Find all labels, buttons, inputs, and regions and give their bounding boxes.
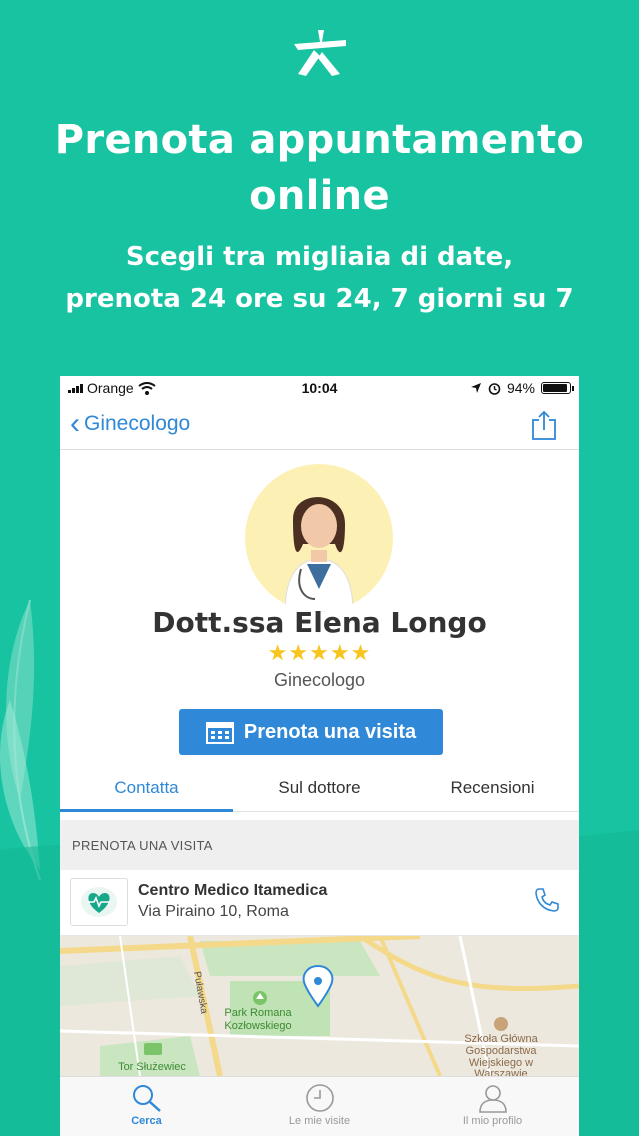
tabbar-my-visits[interactable]: Le mie visite (233, 1077, 406, 1136)
clinic-row[interactable]: Centro Medico Itamedica Via Piraino 10, … (60, 870, 579, 936)
calendar-icon (205, 722, 234, 744)
nav-bar: ‹ Ginecologo (60, 400, 579, 450)
hero-title: Prenota appuntamento online (54, 117, 585, 219)
back-button[interactable]: ‹ Ginecologo (70, 407, 190, 440)
user-icon (478, 1085, 507, 1113)
doctor-avatar (245, 464, 393, 612)
clinic-address: Via Piraino 10, Roma (138, 903, 289, 920)
location-arrow-icon (470, 383, 481, 393)
book-visit-button[interactable]: Prenota una visita (179, 709, 443, 755)
status-right: 94% (470, 380, 574, 396)
docplanner-logo-icon (294, 30, 346, 76)
doctor-specialty: Ginecologo (273, 670, 366, 690)
bottom-tab-bar: Cerca Le mie visite Il mio profilo (60, 1076, 579, 1136)
tab-contatta[interactable]: Contatta (60, 772, 233, 812)
alarm-icon (488, 382, 501, 395)
phone-screen: Orange 10:04 94% ‹ Ginecologo Dott.ssa E… (60, 376, 579, 1136)
heart-pulse-icon (81, 887, 117, 917)
map-label-track: Tor Służewiec (118, 1061, 186, 1073)
status-bar: Orange 10:04 94% (60, 376, 579, 400)
tabbar-profile[interactable]: Il mio profilo (406, 1077, 579, 1136)
map-label-park2: Kozłowskiego (224, 1020, 291, 1032)
profile-tabs: Contatta Sul dottore Recensioni (60, 772, 579, 812)
clinic-name: Centro Medico Itamedica (138, 882, 328, 899)
rating-stars: ★★★★★ (267, 640, 372, 665)
map-label-school1: Szkoła Główna (464, 1033, 538, 1045)
doctor-name: Dott.ssa Elena Longo (152, 606, 487, 639)
clinic-logo (70, 878, 128, 926)
hero-subtitle: Scegli tra migliaia di date, prenota 24 … (65, 242, 574, 314)
battery-icon (541, 382, 574, 394)
map-label-school2: Gospodarstwa (466, 1045, 538, 1057)
section-header: PRENOTA UNA VISITA (60, 820, 579, 870)
tabbar-search[interactable]: Cerca (60, 1077, 233, 1136)
phone-call-icon[interactable] (533, 886, 561, 914)
chevron-left-icon: ‹ (70, 407, 80, 440)
search-icon (132, 1085, 161, 1112)
tab-recensioni[interactable]: Recensioni (406, 772, 579, 811)
map-label-school4: Warszawie (474, 1068, 527, 1076)
map-view[interactable]: Puławska Park Romana Kozłowskiego Szkoła… (60, 936, 579, 1076)
map-label-park: Park Romana (224, 1007, 292, 1019)
share-icon[interactable] (531, 410, 557, 440)
tab-sul-dottore[interactable]: Sul dottore (233, 772, 406, 811)
clock-icon (305, 1084, 334, 1112)
